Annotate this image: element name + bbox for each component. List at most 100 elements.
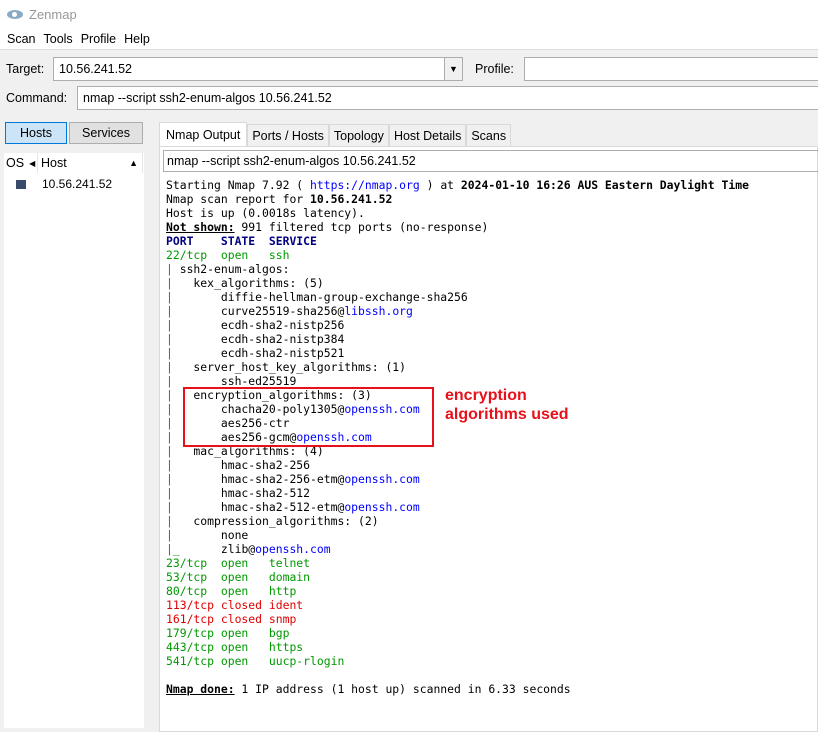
output-segment: |: [166, 276, 173, 290]
command-label: Command:: [6, 91, 68, 105]
column-os[interactable]: OS ◀: [4, 153, 38, 173]
result-tabs: Nmap Output Ports / Hosts Topology Host …: [159, 122, 512, 146]
tab-scans[interactable]: Scans: [466, 124, 512, 146]
menu-tools[interactable]: Tools: [44, 32, 73, 46]
output-segment: ecdh-sha2-nistp521: [172, 346, 345, 360]
output-segment: hmac-sha2-512-etm@: [172, 500, 345, 514]
output-line: | hmac-sha2-256: [166, 458, 749, 472]
output-command-select[interactable]: nmap --script ssh2-enum-algos 10.56.241.…: [163, 150, 818, 172]
output-segment: 443/tcp open https: [166, 640, 304, 654]
output-segment: |: [166, 402, 173, 416]
output-segment: |: [166, 304, 173, 318]
output-line: | compression_algorithms: (2): [166, 514, 749, 528]
output-segment: Nmap scan report for: [166, 192, 311, 206]
output-segment: Starting Nmap 7.92 (: [166, 178, 311, 192]
output-segment: 541/tcp open uucp-rlogin: [166, 654, 345, 668]
output-line: | ecdh-sha2-nistp256: [166, 318, 749, 332]
output-line: 161/tcp closed snmp: [166, 612, 749, 626]
output-link[interactable]: https://nmap.org: [310, 178, 420, 192]
output-segment: |: [166, 486, 173, 500]
output-segment: none: [172, 528, 249, 542]
output-line: | hmac-sha2-512-etm@openssh.com: [166, 500, 749, 514]
output-segment: |: [166, 290, 173, 304]
output-line: 22/tcp open ssh: [166, 248, 749, 262]
zenmap-eye-icon: [7, 9, 23, 19]
output-link[interactable]: openssh.com: [344, 500, 419, 514]
output-segment: |: [166, 514, 173, 528]
output-segment: |: [166, 388, 173, 402]
output-segment: |: [166, 346, 173, 360]
tab-nmap-output[interactable]: Nmap Output: [159, 122, 248, 146]
output-segment: Host is up (0.0018s latency).: [166, 206, 365, 220]
output-segment: 991 filtered tcp ports (no-response): [234, 220, 489, 234]
output-segment: compression_algorithms: (2): [172, 514, 379, 528]
output-line: | hmac-sha2-512: [166, 486, 749, 500]
output-segment: |: [166, 430, 173, 444]
output-segment: hmac-sha2-256: [172, 458, 311, 472]
output-segment: ecdh-sha2-nistp256: [172, 318, 345, 332]
services-button[interactable]: Services: [69, 122, 143, 144]
output-segment: curve25519-sha256@: [172, 304, 345, 318]
output-line: 23/tcp open telnet: [166, 556, 749, 570]
output-segment: hmac-sha2-512: [172, 486, 311, 500]
output-segment: |: [166, 416, 173, 430]
tab-host-details[interactable]: Host Details: [388, 124, 467, 146]
output-segment: diffie-hellman-group-exchange-sha256: [172, 290, 468, 304]
output-segment: 179/tcp open bgp: [166, 626, 290, 640]
sort-left-icon: ◀: [29, 158, 36, 168]
menu-scan[interactable]: Scan: [7, 32, 36, 46]
output-segment: ssh2-enum-algos:: [172, 262, 290, 276]
output-segment: 23/tcp open telnet: [166, 556, 311, 570]
sort-up-icon: ▲: [129, 158, 138, 168]
menu-bar: Scan Tools Profile Help: [0, 28, 818, 50]
output-segment: 80/tcp open http: [166, 584, 297, 598]
output-line: | none: [166, 528, 749, 542]
output-segment: 161/tcp closed snmp: [166, 612, 297, 626]
annotation: encryption algorithms used: [445, 386, 569, 424]
output-segment: kex_algorithms: (5): [172, 276, 324, 290]
output-line: Nmap done: 1 IP address (1 host up) scan…: [166, 682, 749, 696]
output-segment: Not shown:: [166, 220, 235, 234]
output-segment: |: [166, 318, 173, 332]
host-list: OS ◀ Host ▲ 10.56.241.52: [4, 153, 144, 728]
output-line: 80/tcp open http: [166, 584, 749, 598]
output-link[interactable]: openssh.com: [255, 542, 330, 556]
host-ip: 10.56.241.52: [42, 177, 113, 191]
output-segment: 113/tcp closed ident: [166, 598, 304, 612]
output-segment: ) at: [419, 178, 461, 192]
output-line: Not shown: 991 filtered tcp ports (no-re…: [166, 220, 749, 234]
host-row[interactable]: 10.56.241.52: [4, 174, 144, 194]
output-segment: zlib@: [179, 542, 256, 556]
hosts-button[interactable]: Hosts: [5, 122, 67, 144]
output-line: | hmac-sha2-256-etm@openssh.com: [166, 472, 749, 486]
column-host[interactable]: Host ▲: [39, 153, 143, 173]
output-segment: PORT STATE SERVICE: [166, 234, 317, 248]
chevron-down-icon: ▼: [449, 64, 458, 74]
highlight-box: [183, 387, 434, 447]
output-line: 179/tcp open bgp: [166, 626, 749, 640]
target-input[interactable]: 10.56.241.52: [53, 57, 445, 81]
tab-ports-hosts[interactable]: Ports / Hosts: [247, 124, 329, 146]
output-segment: |_: [166, 542, 180, 556]
output-segment: 2024-01-10 16:26 AUS Eastern Daylight Ti…: [460, 178, 749, 192]
window-title: Zenmap: [29, 6, 77, 22]
output-line: | kex_algorithms: (5): [166, 276, 749, 290]
output-segment: ssh-ed25519: [172, 374, 297, 388]
output-segment: |: [166, 528, 173, 542]
output-segment: 53/tcp open domain: [166, 570, 311, 584]
tab-topology[interactable]: Topology: [328, 124, 389, 146]
output-line: 113/tcp closed ident: [166, 598, 749, 612]
output-link[interactable]: openssh.com: [344, 472, 419, 486]
menu-help[interactable]: Help: [124, 32, 150, 46]
column-host-label: Host: [41, 156, 67, 170]
profile-select[interactable]: [524, 57, 818, 81]
command-input[interactable]: nmap --script ssh2-enum-algos 10.56.241.…: [77, 86, 818, 110]
output-line: |_ zlib@openssh.com: [166, 542, 749, 556]
output-segment: ecdh-sha2-nistp384: [172, 332, 345, 346]
output-line: 53/tcp open domain: [166, 570, 749, 584]
output-link[interactable]: libssh.org: [344, 304, 413, 318]
menu-profile[interactable]: Profile: [81, 32, 116, 46]
target-dropdown-button[interactable]: ▼: [444, 57, 463, 81]
profile-label: Profile:: [475, 62, 514, 76]
